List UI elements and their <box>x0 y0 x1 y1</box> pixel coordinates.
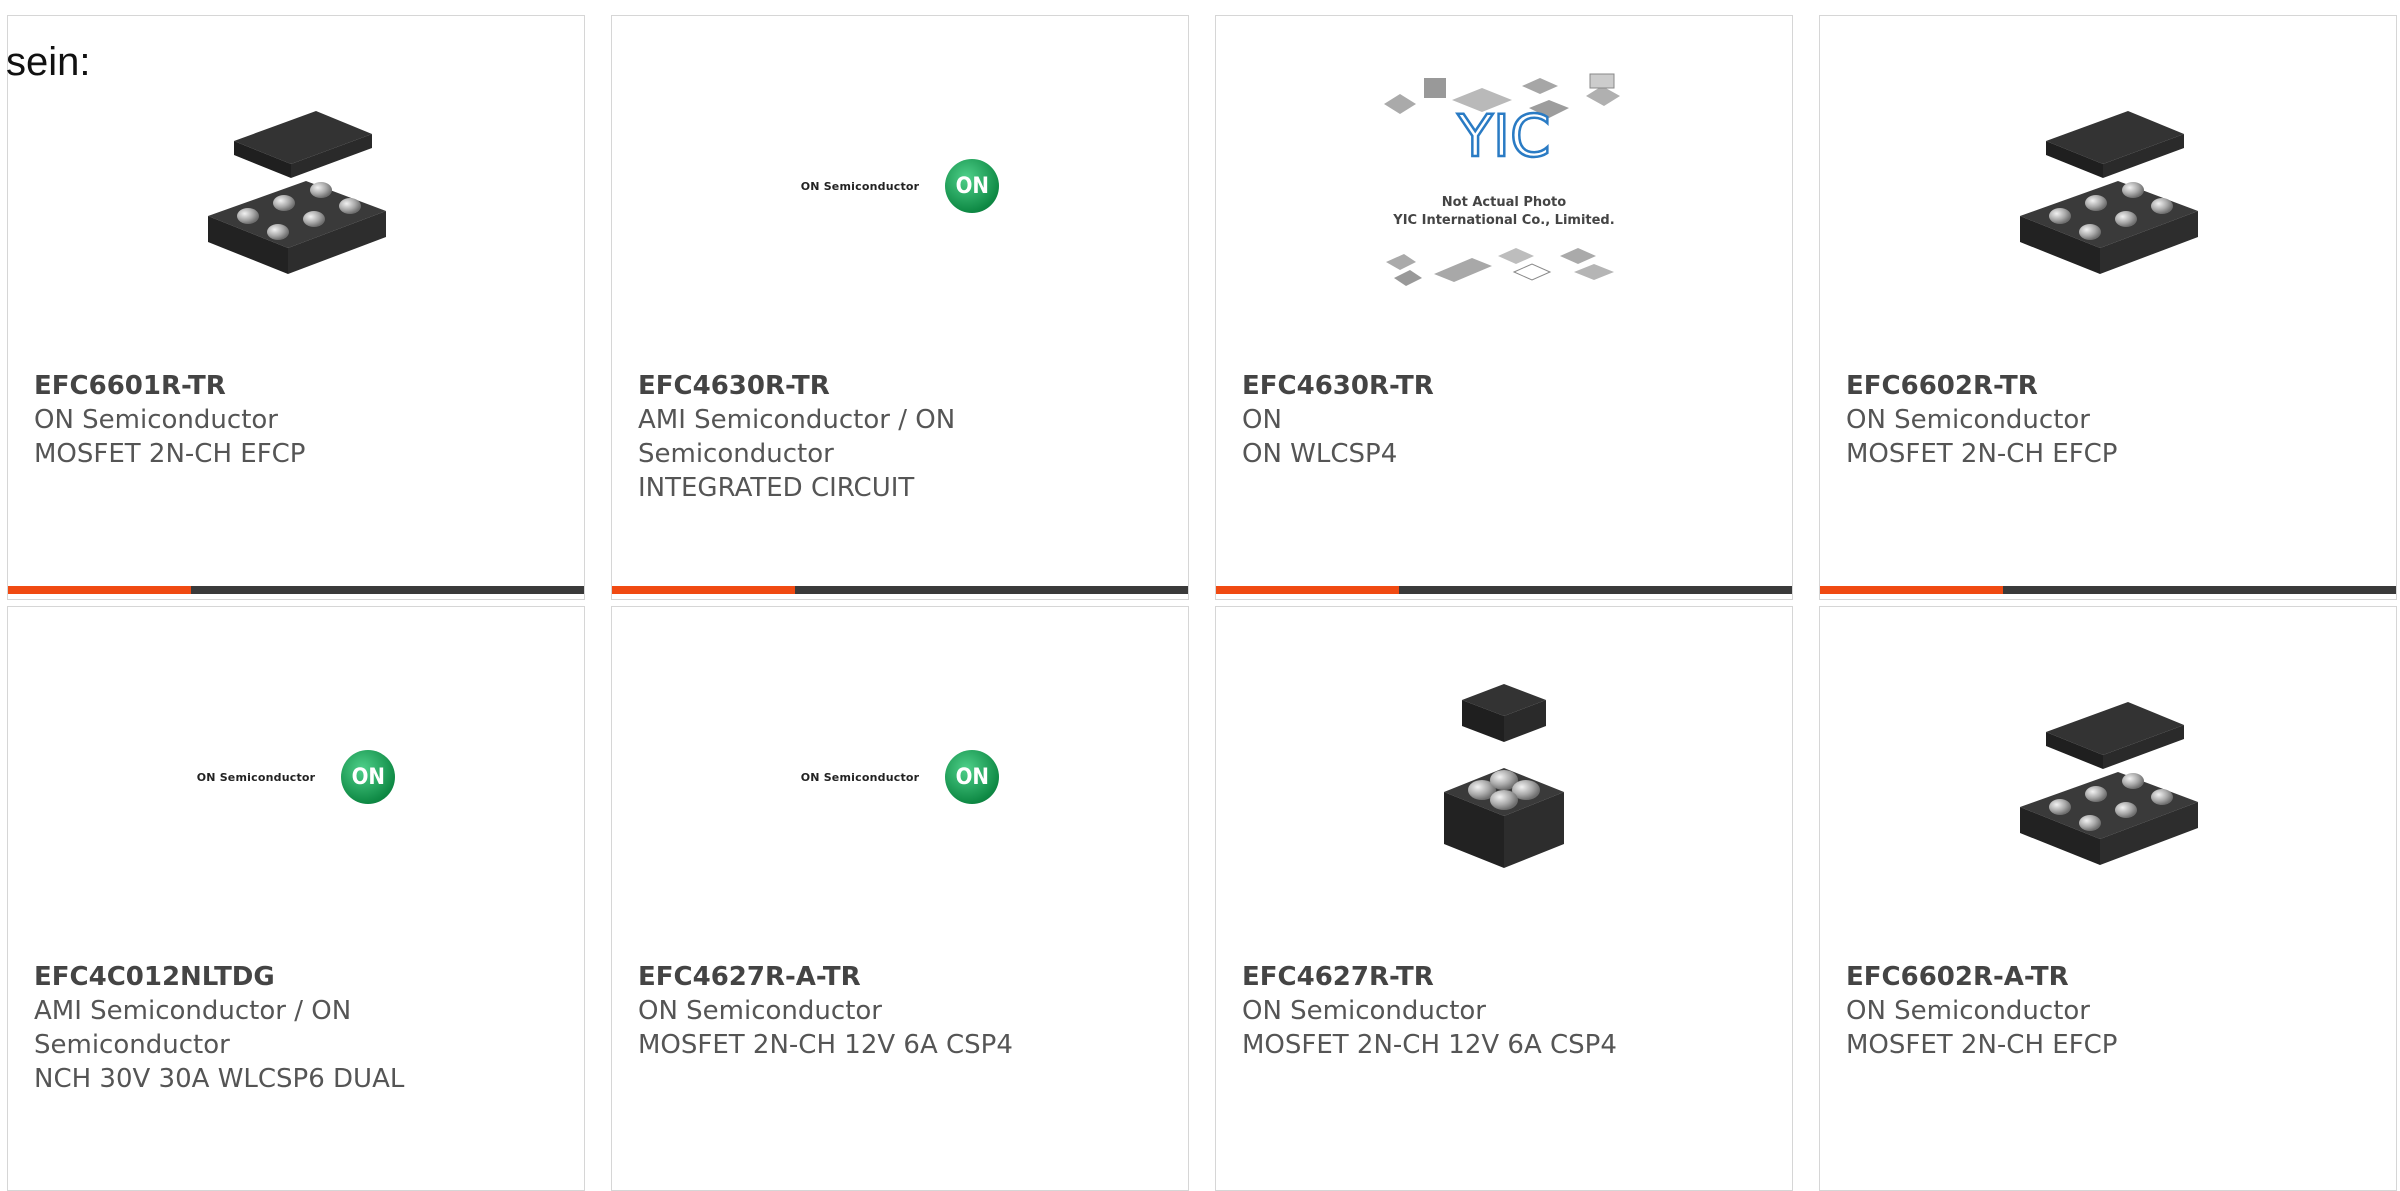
logo-text: ON Semiconductor <box>800 179 920 193</box>
on-logo-icon: ON <box>945 750 1000 804</box>
manufacturer: ON Semiconductor <box>1242 996 1486 1026</box>
manufacturer-continued: Semiconductor <box>34 1030 230 1060</box>
logo-text: ON Semiconductor <box>196 770 316 784</box>
part-number[interactable]: EFC4627R-A-TR <box>638 960 1162 994</box>
part-number[interactable]: EFC6602R-A-TR <box>1846 960 2370 994</box>
card-bar <box>612 586 1188 594</box>
card-bar <box>1820 586 2396 594</box>
on-semiconductor-logo: ON Semiconductor ON <box>197 750 396 804</box>
product-image[interactable]: ON Semiconductor ON <box>612 662 1188 892</box>
part-number[interactable]: EFC4630R-TR <box>1242 369 1766 403</box>
on-logo-icon: ON <box>341 750 396 804</box>
manufacturer-continued: Semiconductor <box>638 439 834 469</box>
yic-caption-1: Not Actual Photo <box>1442 195 1566 210</box>
manufacturer: ON <box>1242 405 1282 435</box>
product-card[interactable]: ON Semiconductor ON EFC4630R-TR AMI Semi… <box>611 15 1189 600</box>
description: ON WLCSP4 <box>1242 439 1398 469</box>
card-bar <box>8 586 584 594</box>
product-image[interactable]: ON Semiconductor ON <box>612 71 1188 301</box>
part-number[interactable]: EFC6602R-TR <box>1846 369 2370 403</box>
product-image[interactable] <box>8 71 584 301</box>
logo-text: ON Semiconductor <box>800 770 920 784</box>
description: INTEGRATED CIRCUIT <box>638 473 915 503</box>
description: MOSFET 2N-CH EFCP <box>1846 439 2118 469</box>
manufacturer: AMI Semiconductor / ON <box>638 405 956 435</box>
chip-6ball-icon <box>2020 702 2198 865</box>
description: MOSFET 2N-CH 12V 6A CSP4 <box>638 1030 1013 1060</box>
product-image[interactable] <box>1820 662 2396 892</box>
manufacturer: AMI Semiconductor / ON <box>34 996 352 1026</box>
chip-4ball-icon <box>1444 684 1564 868</box>
product-image[interactable]: ON Semiconductor ON <box>8 662 584 892</box>
yic-logo: YIC <box>1456 102 1550 170</box>
manufacturer: ON Semiconductor <box>34 405 278 435</box>
on-semiconductor-logo: ON Semiconductor ON <box>801 159 1000 213</box>
manufacturer: ON Semiconductor <box>638 996 882 1026</box>
description: MOSFET 2N-CH EFCP <box>1846 1030 2118 1060</box>
product-card[interactable]: ON Semiconductor ON EFC4627R-A-TR ON Sem… <box>611 606 1189 1191</box>
product-card[interactable]: EFC6602R-TR ON Semiconductor MOSFET 2N-C… <box>1819 15 2397 600</box>
part-number[interactable]: EFC4627R-TR <box>1242 960 1766 994</box>
on-semiconductor-logo: ON Semiconductor ON <box>801 750 1000 804</box>
chip-6ball-icon <box>208 111 386 274</box>
yic-caption-2: YIC International Co., Limited. <box>1392 213 1614 228</box>
product-image[interactable] <box>1820 71 2396 301</box>
description: NCH 30V 30A WLCSP6 DUAL <box>34 1064 405 1094</box>
on-logo-icon: ON <box>945 159 1000 213</box>
intro-text: sein: <box>6 40 91 84</box>
product-card[interactable]: EFC6601R-TR ON Semiconductor MOSFET 2N-C… <box>7 15 585 600</box>
description: MOSFET 2N-CH EFCP <box>34 439 306 469</box>
part-number[interactable]: EFC4630R-TR <box>638 369 1162 403</box>
chip-6ball-icon <box>2020 111 2198 274</box>
product-image[interactable]: YIC Not Actual Photo YIC International C… <box>1216 71 1792 301</box>
product-image[interactable] <box>1216 662 1792 892</box>
manufacturer: ON Semiconductor <box>1846 996 2090 1026</box>
yic-not-actual-photo-icon: YIC Not Actual Photo YIC International C… <box>1384 73 1620 286</box>
product-card[interactable]: ON Semiconductor ON EFC4C012NLTDG AMI Se… <box>7 606 585 1191</box>
manufacturer: ON Semiconductor <box>1846 405 2090 435</box>
description: MOSFET 2N-CH 12V 6A CSP4 <box>1242 1030 1617 1060</box>
product-card[interactable]: EFC6602R-A-TR ON Semiconductor MOSFET 2N… <box>1819 606 2397 1191</box>
product-card[interactable]: YIC Not Actual Photo YIC International C… <box>1215 15 1793 600</box>
product-card[interactable]: EFC4627R-TR ON Semiconductor MOSFET 2N-C… <box>1215 606 1793 1191</box>
part-number[interactable]: EFC6601R-TR <box>34 369 558 403</box>
part-number[interactable]: EFC4C012NLTDG <box>34 960 558 994</box>
card-bar <box>1216 586 1792 594</box>
